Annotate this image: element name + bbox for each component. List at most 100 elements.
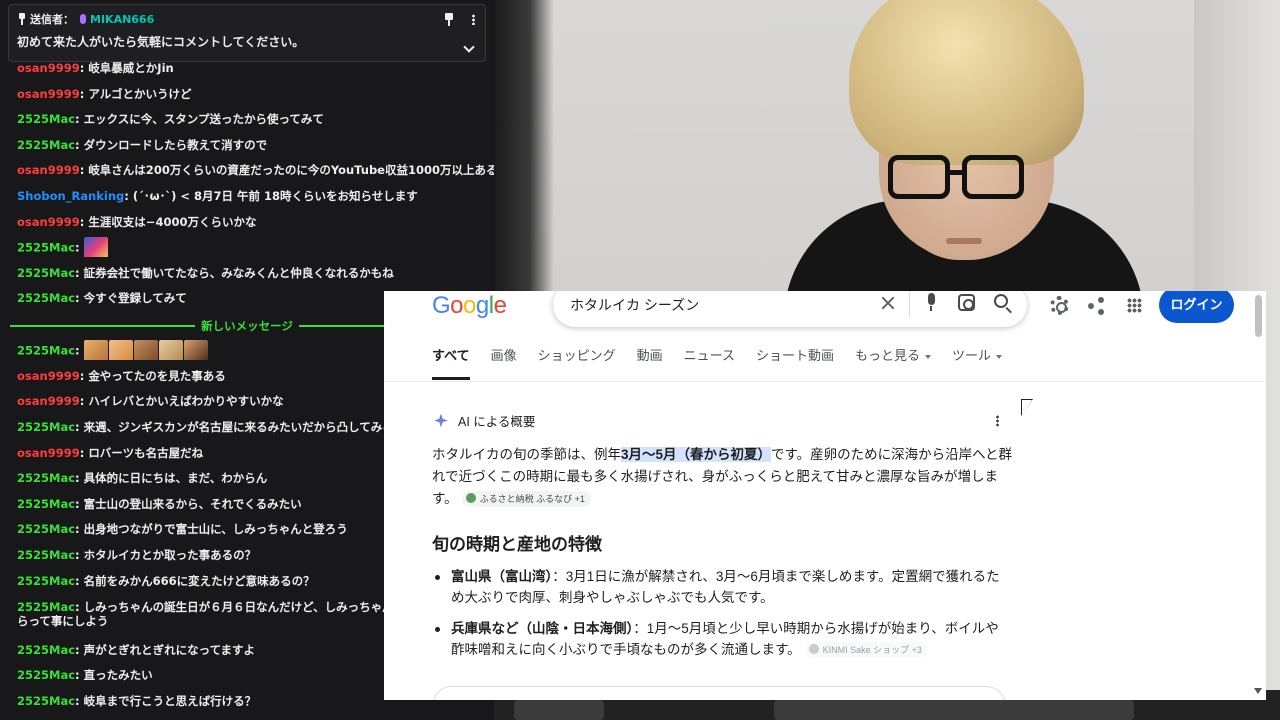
chat-username[interactable]: osan9999 [17,61,80,75]
ai-overview-header: AI による概要 [432,411,535,430]
logo-letter: G [432,292,451,319]
chat-message: osan9999: アルゴとかいうけど [17,84,494,104]
emote-image[interactable] [108,340,133,360]
chat-message: osan9999: 岐阜暴威とかJin [17,58,494,78]
chat-message-text: ハイレバとかいえばわかりやすいかな [88,394,284,408]
chat-message-text: 岐阜暴威とかJin [88,61,174,75]
emote-image[interactable] [83,340,108,360]
chat-username[interactable]: osan9999 [17,215,80,229]
scrollbar-thumb[interactable] [1255,295,1262,337]
apps-grid-icon[interactable] [1127,298,1142,313]
chat-username[interactable]: osan9999 [17,163,80,177]
show-more-button[interactable] [432,686,1006,700]
chat-username[interactable]: 2525Mac [17,291,75,305]
chat-username[interactable]: 2525Mac [17,497,75,511]
chat-username[interactable]: osan9999 [17,394,80,408]
chat-username[interactable]: 2525Mac [17,548,75,562]
list-item: 兵庫県など（山陰・日本海側）：1月〜5月頃と少し早い時期から水揚げが始まり、ボイ… [435,618,1011,660]
tab-images[interactable]: 画像 [491,346,517,382]
chat-username[interactable]: 2525Mac [17,574,75,588]
ai-overview-title: AI による概要 [458,415,536,429]
chat-colon: : [75,112,84,126]
chat-message-text: 来週、ジンギスカンが名古屋に来るみたいだから凸してみる？ [83,420,406,434]
chat-username[interactable]: osan9999 [17,369,80,383]
source-favicon-icon [465,493,476,504]
voice-search-icon[interactable] [926,293,936,313]
glasses-bridge [946,170,966,175]
chat-message-text: (´･ω･`) < 8月7日 午前 18時くらいをお知らせします [132,189,418,203]
tab-short-videos[interactable]: ショート動画 [756,346,834,382]
chat-message-text: ダウンロードしたら教えて消すので [83,138,268,152]
scroll-down-arrow-icon[interactable] [1254,688,1262,694]
chat-message: osan9999: 生涯収支は−4000万くらいかな [17,212,494,232]
tab-shopping[interactable]: ショッピング [538,346,616,382]
chat-username[interactable]: Shobon_Ranking [17,189,124,203]
emote-image[interactable] [83,237,108,257]
glasses-left-lens [888,155,950,199]
search-icon[interactable] [994,294,1008,308]
clear-icon[interactable] [878,293,898,313]
chat-message-text: らって事にしよう [17,614,109,628]
desk-device [514,700,604,720]
tab-videos[interactable]: 動画 [637,346,663,382]
chat-colon: : [75,548,84,562]
emote-image[interactable] [133,340,158,360]
share-icon[interactable] [1088,297,1105,315]
chat-message-text: ロバーツも名古屋だね [88,446,204,460]
more-options-icon[interactable] [472,14,475,25]
chat-username[interactable]: 2525Mac [17,138,75,152]
tab-news[interactable]: ニュース [684,346,735,382]
chat-username[interactable]: 2525Mac [17,344,75,358]
chat-username[interactable]: 2525Mac [17,241,75,255]
chat-message-text: アルゴとかいうけど [88,87,192,101]
chat-colon: : [75,471,84,485]
chat-message-text: 声がとぎれとぎれになってますよ [83,643,255,657]
microphone-badge-icon [80,14,86,24]
gear-icon[interactable] [1050,296,1069,315]
tab-tools[interactable]: ツール [952,346,1003,382]
chat-message: osan9999: 岐阜さんは200万くらいの資産だったのに今のYouTube収… [17,160,494,180]
chat-username[interactable]: 2525Mac [17,668,75,682]
tab-all[interactable]: すべて [432,346,470,382]
tab-more[interactable]: もっと見る [855,346,932,382]
chat-username[interactable]: 2525Mac [17,420,75,434]
camera-search-icon[interactable] [958,294,975,311]
search-tabs: すべて 画像 ショッピング 動画 ニュース ショート動画 もっと見る ツール [432,346,1003,382]
chat-username[interactable]: 2525Mac [17,643,75,657]
pinned-sender-name[interactable]: MIKAN666 [90,13,154,26]
chat-message-text: 今すぐ登録してみて [83,291,187,305]
emote-image[interactable] [183,340,208,360]
chat-username[interactable]: 2525Mac [17,471,75,485]
chat-username[interactable]: 2525Mac [17,522,75,536]
source-chip[interactable]: ふるさと納税 ふるなび +1 [461,491,591,508]
chat-colon: : [75,668,84,682]
chat-username[interactable]: 2525Mac [17,694,75,708]
chat-message-text: ホタルイカとか取った事あるの？ [83,548,257,562]
chat-colon: : [75,266,84,280]
divider-line-left [10,325,196,327]
chat-username[interactable]: osan9999 [17,446,80,460]
chat-username[interactable]: 2525Mac [17,112,75,126]
chat-username[interactable]: 2525Mac [17,600,75,614]
person-hair [849,0,1084,165]
chat-colon: : [75,240,84,255]
login-button[interactable]: ログイン [1159,291,1234,323]
search-box[interactable]: ホタルイカ シーズン [553,291,1027,327]
unpin-icon[interactable] [444,13,454,26]
emote-image[interactable] [158,340,183,360]
chat-message-text: 出身地つながりで富士山に、しみっちゃんと登ろう [83,522,348,536]
chat-username[interactable]: 2525Mac [17,266,75,280]
chat-colon: : [75,643,84,657]
pinned-message[interactable]: 送信者： MIKAN666 初めて来た人がいたら気軽にコメントしてください。 [8,4,486,62]
chat-message-text: 富士山の登山来るから、それでくるみたい [83,497,302,511]
more-options-icon[interactable] [996,415,999,427]
list-item: 富山県（富山湾）：3月1日に漁が解禁され、3月〜6月頃まで楽しめます。定置網で獲… [435,566,1011,608]
gemini-sparkle-icon [432,412,450,430]
pin-icon [17,13,27,25]
source-chip[interactable]: KINMI Sake ショップ +3 [804,642,928,659]
chat-username[interactable]: osan9999 [17,87,80,101]
google-logo[interactable]: Google [432,292,507,320]
search-query[interactable]: ホタルイカ シーズン [570,295,699,315]
chat-message-text: 生涯収支は−4000万くらいかな [88,215,257,229]
pinned-actions [444,13,475,26]
